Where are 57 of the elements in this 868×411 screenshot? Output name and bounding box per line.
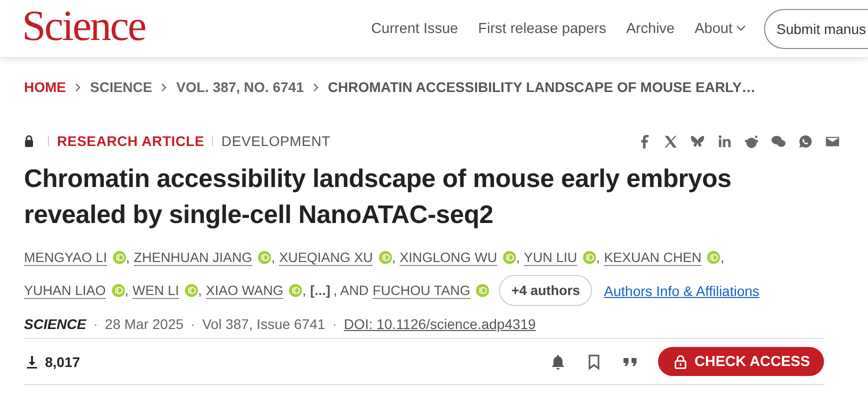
article-type[interactable]: RESEARCH ARTICLE xyxy=(57,133,204,149)
separator-text: , xyxy=(392,250,396,264)
separator-text: , xyxy=(516,250,520,264)
caret-icon xyxy=(736,25,746,32)
article-section[interactable]: DEVELOPMENT xyxy=(221,133,331,149)
linkedin-share-icon[interactable] xyxy=(717,134,732,148)
nav-link[interactable]: Archive xyxy=(626,20,675,36)
download-count: 8,017 xyxy=(45,354,80,370)
author-link[interactable]: KEXUAN CHEN xyxy=(604,250,702,264)
chevron-icon xyxy=(312,82,319,92)
nav-link[interactable]: First release papers xyxy=(478,20,606,36)
check-access-button[interactable]: CHECK ACCESS xyxy=(658,347,824,376)
chevron-icon xyxy=(161,82,168,92)
nav-link[interactable]: Current Issue xyxy=(371,20,458,36)
reddit-share-icon[interactable] xyxy=(744,134,759,148)
separator-dot: · xyxy=(93,316,98,332)
author-link[interactable]: YUN LIU xyxy=(524,250,578,264)
separator-text: , xyxy=(124,283,129,298)
author-link[interactable]: XUEQIANG XU xyxy=(279,250,373,264)
wechat-share-icon[interactable] xyxy=(771,134,786,148)
separator-text: , xyxy=(302,283,306,298)
separator-text: , xyxy=(126,250,130,264)
author-link[interactable]: WEN LI xyxy=(132,283,180,298)
separator-dot: · xyxy=(190,316,196,332)
separator-dot: · xyxy=(332,316,337,332)
lock-icon xyxy=(674,354,687,368)
article-title: Chromatin accessibility landscape of mouse early embryos revealed by single-cell NanoATAC-seq2 xyxy=(24,164,732,231)
separator-text: , AND xyxy=(333,283,369,298)
more-authors-button[interactable]: +4 authors xyxy=(499,275,592,306)
separator-text: , xyxy=(198,283,202,298)
breadcrumb-link[interactable]: VOL. 387, NO. 6741 xyxy=(176,79,304,95)
chevron-icon xyxy=(75,82,81,92)
separator-text: , xyxy=(271,250,276,264)
doi-link[interactable]: DOI: 10.1126/science.adp4319 xyxy=(344,316,536,332)
whatsapp-share-icon[interactable] xyxy=(798,134,813,148)
download-icon xyxy=(24,354,40,370)
author-link[interactable]: MENGYAO LI xyxy=(24,250,108,264)
separator-text: , xyxy=(720,250,724,264)
logo[interactable]: Science xyxy=(22,2,146,51)
bluesky-share-icon[interactable] xyxy=(690,134,705,148)
author-link[interactable]: XIAO WANG xyxy=(206,283,284,298)
nav-link[interactable]: About xyxy=(694,20,746,36)
breadcrumb-link[interactable]: SCIENCE xyxy=(90,79,152,95)
submit-button[interactable]: Submit manus xyxy=(764,8,868,48)
bell-icon[interactable] xyxy=(550,354,566,370)
author-link[interactable]: FUCHOU TANG xyxy=(372,283,470,298)
separator-text: , xyxy=(596,250,600,264)
elided-authors[interactable]: [...] xyxy=(310,283,330,298)
author-link[interactable]: XINGLONG WU xyxy=(400,250,498,264)
journal-name: SCIENCE xyxy=(24,316,86,332)
breadcrumb-link[interactable]: HOME xyxy=(24,79,66,95)
affiliations-link[interactable]: Authors Info & Affiliations xyxy=(604,282,760,298)
author-link[interactable]: YUHAN LIAO xyxy=(24,283,106,298)
publication-date: 28 Mar 2025 xyxy=(104,316,184,332)
x-share-icon[interactable] xyxy=(663,134,678,148)
volume-issue[interactable]: Vol 387, Issue 6741 xyxy=(202,316,326,332)
author-link[interactable]: ZHENHUAN JIANG xyxy=(134,250,252,264)
